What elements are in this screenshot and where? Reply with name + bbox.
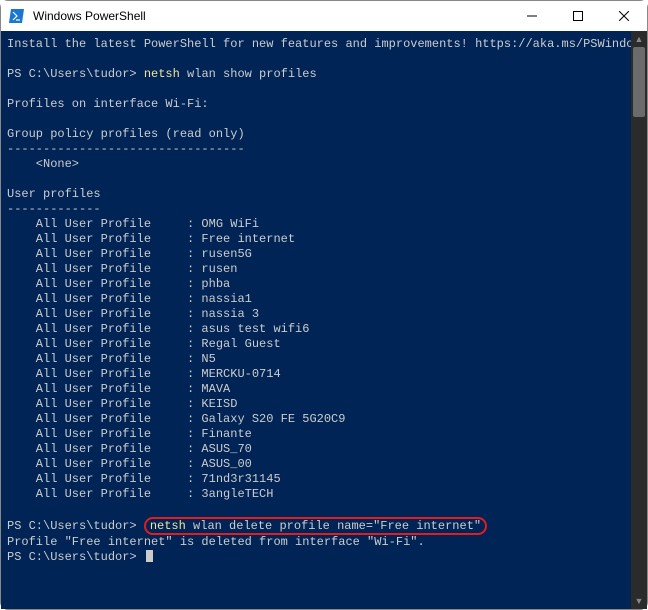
- scroll-up-icon[interactable]: ▲: [631, 31, 647, 47]
- section-header: Profiles on interface Wi-Fi:: [7, 97, 627, 112]
- prompt-line: PS C:\Users\tudor> netsh wlan show profi…: [7, 67, 627, 82]
- profile-row: All User Profile : 3angleTECH: [7, 487, 627, 502]
- profile-row: All User Profile : ASUS_70: [7, 442, 627, 457]
- profile-row: All User Profile : nassia1: [7, 292, 627, 307]
- none-entry: <None>: [7, 157, 627, 172]
- profile-row: All User Profile : rusen: [7, 262, 627, 277]
- cmd-tool: netsh: [144, 67, 180, 81]
- section-header: User profiles: [7, 187, 627, 202]
- profile-row: All User Profile : Free internet: [7, 232, 627, 247]
- titlebar[interactable]: Windows PowerShell: [1, 1, 647, 31]
- intro-line: Install the latest PowerShell for new fe…: [7, 37, 627, 52]
- cursor: [146, 550, 153, 562]
- prompt-line: PS C:\Users\tudor>: [7, 550, 627, 565]
- section-header: Group policy profiles (read only): [7, 127, 627, 142]
- terminal-output[interactable]: Install the latest PowerShell for new fe…: [1, 31, 631, 609]
- scroll-track[interactable]: [631, 47, 647, 593]
- profile-row: All User Profile : KEISD: [7, 397, 627, 412]
- scroll-down-icon[interactable]: ▼: [631, 593, 647, 609]
- profile-row: All User Profile : 71nd3r31145: [7, 472, 627, 487]
- terminal-area: Install the latest PowerShell for new fe…: [1, 31, 647, 609]
- profile-row: All User Profile : MERCKU-0714: [7, 367, 627, 382]
- profile-row: All User Profile : MAVA: [7, 382, 627, 397]
- prompt-line: PS C:\Users\tudor> netsh wlan delete pro…: [7, 517, 627, 535]
- profile-row: All User Profile : ASUS_00: [7, 457, 627, 472]
- maximize-button[interactable]: [555, 1, 601, 31]
- cmd-tool: netsh: [150, 519, 186, 533]
- divider: ---------------------------------: [7, 142, 627, 157]
- profile-row: All User Profile : nassia 3: [7, 307, 627, 322]
- scrollbar[interactable]: ▲ ▼: [631, 31, 647, 609]
- window-title: Windows PowerShell: [33, 9, 509, 23]
- window-controls: [509, 1, 647, 31]
- minimize-button[interactable]: [509, 1, 555, 31]
- close-button[interactable]: [601, 1, 647, 31]
- profile-row: All User Profile : asus test wifi6: [7, 322, 627, 337]
- highlighted-command: netsh wlan delete profile name="Free int…: [144, 517, 487, 535]
- divider: -------------: [7, 202, 627, 217]
- result-line: Profile "Free internet" is deleted from …: [7, 535, 627, 550]
- profile-row: All User Profile : OMG WiFi: [7, 217, 627, 232]
- powershell-icon: [9, 8, 25, 24]
- profile-row: All User Profile : Regal Guest: [7, 337, 627, 352]
- profile-row: All User Profile : N5: [7, 352, 627, 367]
- profile-row: All User Profile : Finante: [7, 427, 627, 442]
- profile-row: All User Profile : Galaxy S20 FE 5G20C9: [7, 412, 627, 427]
- profile-row: All User Profile : rusen5G: [7, 247, 627, 262]
- scroll-thumb[interactable]: [633, 47, 645, 117]
- profile-row: All User Profile : phba: [7, 277, 627, 292]
